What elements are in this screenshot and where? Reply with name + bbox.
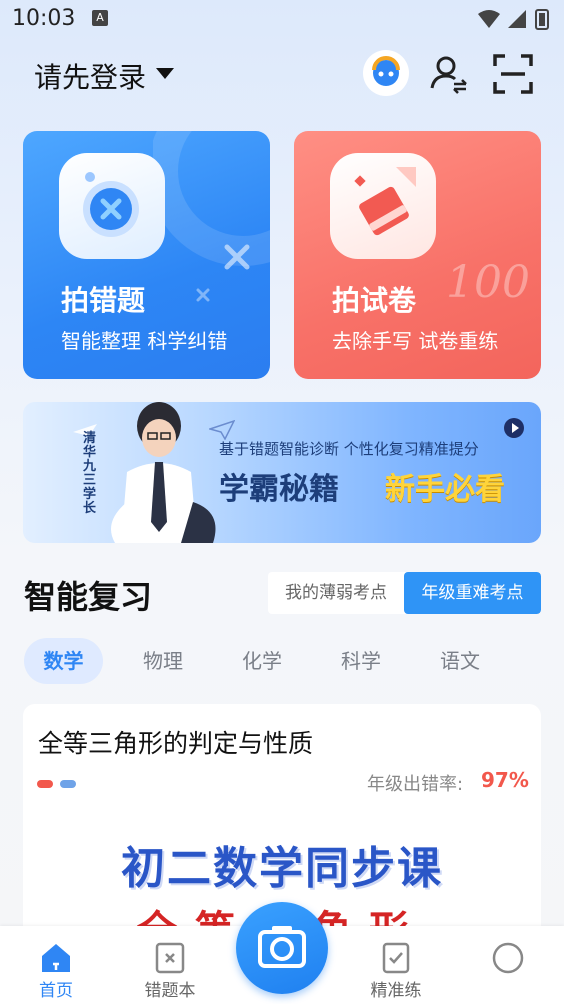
login-prompt[interactable]: 请先登录 bbox=[34, 56, 146, 96]
tab-chemistry[interactable]: 化学 bbox=[222, 638, 302, 684]
tab-chinese[interactable]: 语文 bbox=[420, 638, 500, 684]
promo-banner[interactable]: 清华九三学长 基于错题智能诊断 个性化复习精准提分 学霸秘籍 新手必看 bbox=[23, 402, 541, 543]
cross-deco-small-icon bbox=[196, 288, 210, 302]
section-title: 智能复习 bbox=[24, 578, 153, 616]
user-switch-icon[interactable] bbox=[428, 54, 468, 94]
banner-vertical-label: 清华九三学长 bbox=[83, 431, 97, 516]
nav-wrong-book[interactable]: 错题本 bbox=[115, 926, 225, 1004]
photo-exam-card[interactable]: 100 拍试卷 去除手写 试卷重练 bbox=[294, 131, 541, 379]
banner-subtitle: 基于错题智能诊断 个性化复习精准提分 bbox=[219, 440, 479, 458]
camera-lens-icon bbox=[59, 153, 165, 259]
paper-plane-icon bbox=[209, 420, 235, 440]
signal-icon bbox=[508, 10, 526, 28]
review-mode-toggle: 我的薄弱考点 年级重难考点 bbox=[268, 572, 541, 614]
nav-profile[interactable] bbox=[453, 926, 563, 1004]
header: 请先登录 bbox=[0, 44, 564, 104]
card-subtitle: 去除手写 试卷重练 bbox=[332, 329, 499, 353]
play-icon[interactable] bbox=[504, 418, 524, 438]
cross-deco-icon bbox=[224, 244, 250, 270]
error-rate-label: 年级出错率: bbox=[367, 774, 464, 795]
document-icon bbox=[330, 153, 436, 259]
nav-precise-practice[interactable]: 精准练 bbox=[341, 926, 451, 1004]
error-rate-value: 97% bbox=[481, 768, 529, 792]
home-icon bbox=[42, 944, 70, 972]
tab-physics[interactable]: 物理 bbox=[123, 638, 203, 684]
caret-down-icon[interactable] bbox=[156, 68, 174, 79]
notification-a-icon: A bbox=[92, 10, 108, 26]
nav-label: 首页 bbox=[39, 981, 73, 1001]
scan-icon[interactable] bbox=[493, 54, 533, 94]
notebook-icon bbox=[155, 942, 185, 974]
banner-title-highlight: 新手必看 bbox=[385, 472, 505, 507]
card-subtitle: 智能整理 科学纠错 bbox=[61, 329, 228, 353]
card-title: 拍试卷 bbox=[332, 284, 417, 317]
nav-label: 错题本 bbox=[144, 981, 196, 1001]
nav-home[interactable]: 首页 bbox=[1, 926, 111, 1004]
nav-label: 精准练 bbox=[370, 981, 422, 1001]
grade-hard-points-tab[interactable]: 年级重难考点 bbox=[404, 572, 541, 614]
checklist-icon bbox=[382, 942, 410, 974]
score-100-deco: 100 bbox=[446, 257, 530, 308]
weak-points-tab[interactable]: 我的薄弱考点 bbox=[268, 572, 404, 614]
status-bar: 10:03 A bbox=[0, 0, 564, 40]
tab-science[interactable]: 科学 bbox=[321, 638, 401, 684]
camera-button[interactable] bbox=[236, 902, 328, 994]
tab-math[interactable]: 数学 bbox=[24, 638, 103, 684]
profile-icon bbox=[492, 942, 524, 974]
difficulty-dot-blue bbox=[60, 780, 76, 788]
chatbot-icon[interactable] bbox=[363, 50, 409, 96]
photo-wrong-question-card[interactable]: 拍错题 智能整理 科学纠错 bbox=[23, 131, 270, 379]
camera-icon bbox=[258, 926, 306, 968]
subject-tabs: 数学 物理 化学 科学 语文 bbox=[24, 638, 544, 684]
lesson-title: 全等三角形的判定与性质 bbox=[38, 729, 314, 758]
wifi-icon bbox=[478, 10, 500, 28]
decor-circle-icon bbox=[153, 131, 270, 266]
difficulty-dot-red bbox=[37, 780, 53, 788]
card-title: 拍错题 bbox=[61, 284, 146, 317]
banner-title: 学霸秘籍 bbox=[219, 472, 339, 507]
status-time: 10:03 bbox=[12, 6, 76, 31]
lesson-cover-title: 初二数学同步课 bbox=[121, 843, 443, 894]
status-icons bbox=[478, 9, 549, 30]
